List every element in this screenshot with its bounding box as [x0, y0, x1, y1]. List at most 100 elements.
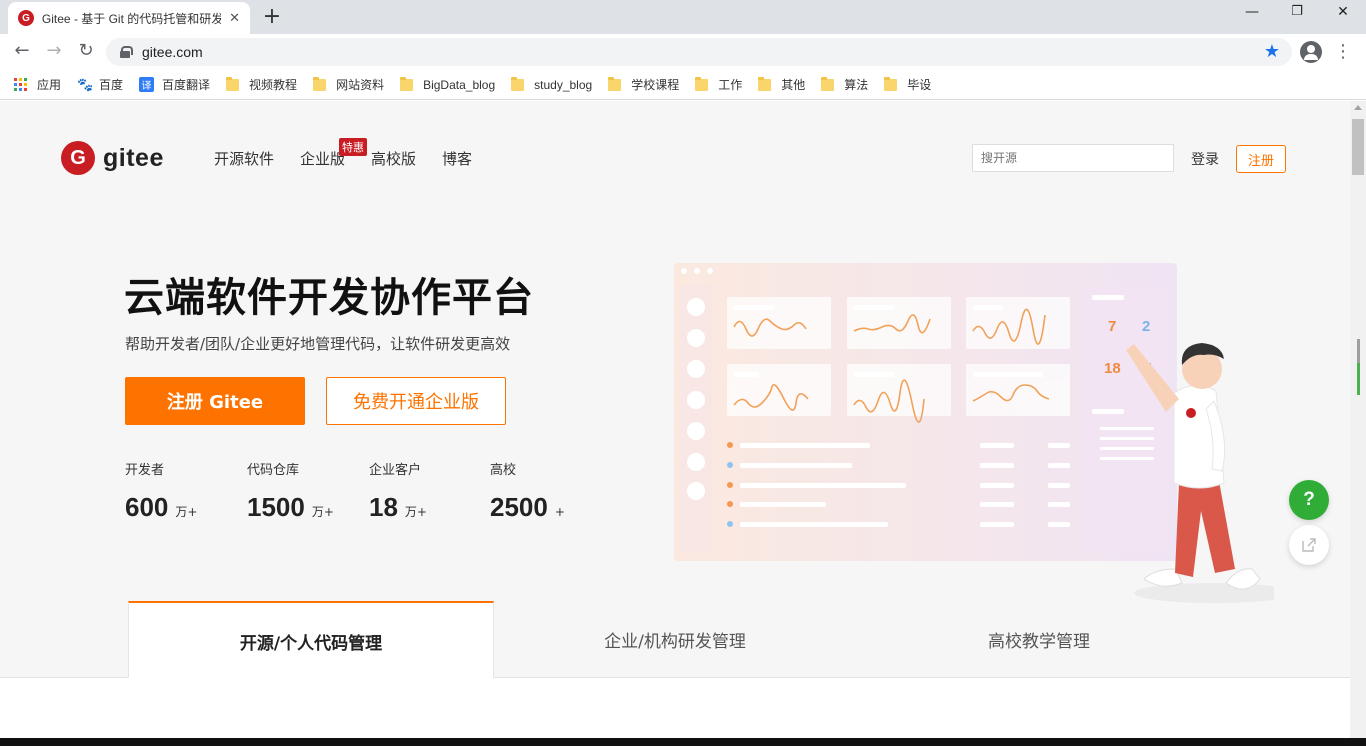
fanyi-icon: 译	[139, 77, 155, 92]
stat-value: 1500 万+	[247, 492, 367, 523]
hero-subtitle: 帮助开发者/团队/企业更好地管理代码，让软件研发更高效	[125, 335, 511, 353]
main-nav: 开源软件 企业版 特惠 高校版 博客	[214, 138, 498, 169]
reload-icon[interactable]: ↻	[74, 40, 98, 61]
minimize-icon[interactable]: —	[1240, 4, 1264, 20]
stat-number: 600	[125, 492, 169, 522]
bookmark-label: 工作	[718, 78, 743, 92]
stat-unit: 万+	[175, 505, 198, 519]
close-tab-icon[interactable]: ✕	[229, 11, 240, 26]
bookmark-label: 算法	[844, 78, 869, 92]
folder-icon	[226, 76, 240, 91]
bookmark-folder[interactable]: 网站资料	[313, 76, 384, 93]
forward-icon[interactable]: →	[42, 40, 66, 61]
calendar-number: 18	[1104, 360, 1121, 377]
folder-icon	[511, 76, 525, 91]
gitee-favicon-icon: G	[18, 10, 34, 26]
signup-gitee-button[interactable]: 注册 Gitee	[125, 377, 305, 425]
tab-personal[interactable]: 开源/个人代码管理	[128, 601, 494, 679]
hero-title: 云端软件开发协作平台	[124, 275, 534, 321]
promo-badge: 特惠	[339, 138, 368, 156]
enterprise-trial-button[interactable]: 免费开通企业版	[326, 377, 506, 425]
gitee-home-page: G gitee 开源软件 企业版特惠 高校版 博客 登录 注册 云端软件开发协作…	[0, 101, 1350, 738]
search-input[interactable]	[972, 144, 1174, 172]
stat-label: 企业客户	[369, 463, 422, 478]
bookmark-label: 网站资料	[336, 78, 385, 92]
stat-repositories: 代码仓库 1500 万+	[247, 459, 367, 523]
share-icon	[1302, 538, 1316, 552]
nav-blog[interactable]: 博客	[442, 148, 472, 169]
bookmark-label: 应用	[37, 78, 62, 92]
folder-icon	[400, 76, 414, 91]
restore-icon[interactable]: ❐	[1285, 4, 1309, 19]
bookmark-apps[interactable]: 应用	[14, 76, 61, 93]
login-link[interactable]: 登录	[1191, 149, 1219, 169]
stat-universities: 高校 2500 +	[490, 459, 610, 523]
bookmark-folder[interactable]: 工作	[695, 76, 742, 93]
stat-enterprises: 企业客户 18 万+	[369, 459, 489, 523]
folder-icon	[608, 76, 622, 91]
new-tab-icon[interactable]: +	[260, 4, 284, 29]
bookmark-label: study_blog	[534, 77, 593, 92]
tab-enterprise[interactable]: 企业/机构研发管理	[492, 601, 858, 678]
bookmark-label: 百度	[99, 78, 124, 92]
bookmark-folder[interactable]: 其他	[758, 76, 805, 93]
window-close-icon[interactable]: ✕	[1331, 4, 1355, 20]
nav-open-source[interactable]: 开源软件	[214, 148, 274, 169]
url-text[interactable]: gitee.com	[142, 44, 203, 60]
browser-tab-strip: G Gitee - 基于 Git 的代码托管和研发协作平台 ✕ + — ❐ ✕	[0, 0, 1366, 34]
folder-icon	[695, 76, 709, 91]
bookmarks-bar: 应用 🐾 百度 译 百度翻译 视频教程 网站资料 BigData_blog st…	[0, 70, 1366, 100]
stat-label: 代码仓库	[247, 463, 300, 478]
hero-illustration: 7 2 18 4	[674, 263, 1274, 603]
stat-label: 开发者	[125, 463, 165, 478]
back-icon[interactable]: ←	[10, 40, 34, 61]
share-button[interactable]	[1289, 525, 1329, 565]
bookmark-folder[interactable]: 视频教程	[226, 76, 297, 93]
browser-tab-active[interactable]: G Gitee - 基于 Git 的代码托管和研发协作平台 ✕	[8, 2, 250, 34]
stat-number: 2500	[490, 492, 548, 522]
stat-unit: +	[554, 505, 565, 519]
nav-education[interactable]: 高校版	[371, 148, 416, 169]
logo-text: gitee	[103, 143, 164, 172]
page-scrollbar[interactable]	[1350, 101, 1366, 738]
lock-icon	[120, 46, 133, 58]
scroll-marker	[1357, 363, 1360, 395]
tab-content-area	[0, 678, 1350, 738]
bookmark-label: 其他	[781, 78, 806, 92]
bookmark-folder[interactable]: 学校课程	[608, 76, 679, 93]
apps-icon	[14, 78, 27, 91]
address-bar[interactable]: gitee.com ★	[106, 38, 1292, 66]
tab-education[interactable]: 高校教学管理	[856, 601, 1222, 678]
scroll-thumb[interactable]	[1352, 119, 1364, 175]
menu-icon[interactable]: ⋮	[1334, 41, 1352, 62]
star-icon[interactable]: ★	[1264, 41, 1280, 62]
bookmark-folder[interactable]: BigData_blog	[400, 76, 495, 92]
profile-icon[interactable]	[1300, 41, 1322, 63]
stat-number: 18	[369, 492, 398, 522]
bookmark-baidu[interactable]: 🐾 百度	[77, 76, 123, 93]
baidu-icon: 🐾	[77, 76, 94, 92]
nav-enterprise[interactable]: 企业版 特惠	[300, 138, 368, 169]
bookmark-label: 视频教程	[249, 78, 298, 92]
scroll-up-arrow-icon[interactable]	[1354, 105, 1362, 110]
register-button[interactable]: 注册	[1236, 145, 1286, 173]
bookmark-folder[interactable]: 算法	[821, 76, 868, 93]
stat-value: 600 万+	[125, 492, 245, 523]
bookmark-label: 毕设	[907, 78, 932, 92]
help-button[interactable]: ?	[1289, 480, 1329, 520]
stat-developers: 开发者 600 万+	[125, 459, 245, 523]
folder-icon	[884, 76, 898, 91]
stat-value: 2500 +	[490, 492, 610, 523]
site-header: G gitee 开源软件 企业版特惠 高校版 博客 登录 注册	[0, 101, 1350, 213]
bookmark-label: 学校课程	[631, 78, 680, 92]
gitee-logo[interactable]: G gitee	[61, 141, 164, 175]
stat-unit: 万+	[311, 505, 334, 519]
bookmark-fanyi[interactable]: 译 百度翻译	[139, 76, 210, 93]
bookmark-folder[interactable]: study_blog	[511, 76, 593, 92]
bookmark-folder[interactable]: 毕设	[884, 76, 931, 93]
browser-toolbar: ← → ↻ gitee.com ★ ⋮	[0, 34, 1366, 70]
calendar-number: 7	[1108, 318, 1116, 335]
scroll-marker	[1357, 339, 1360, 363]
calendar-number: 2	[1142, 318, 1150, 335]
tab-title: Gitee - 基于 Git 的代码托管和研发协作平台	[41, 11, 222, 26]
